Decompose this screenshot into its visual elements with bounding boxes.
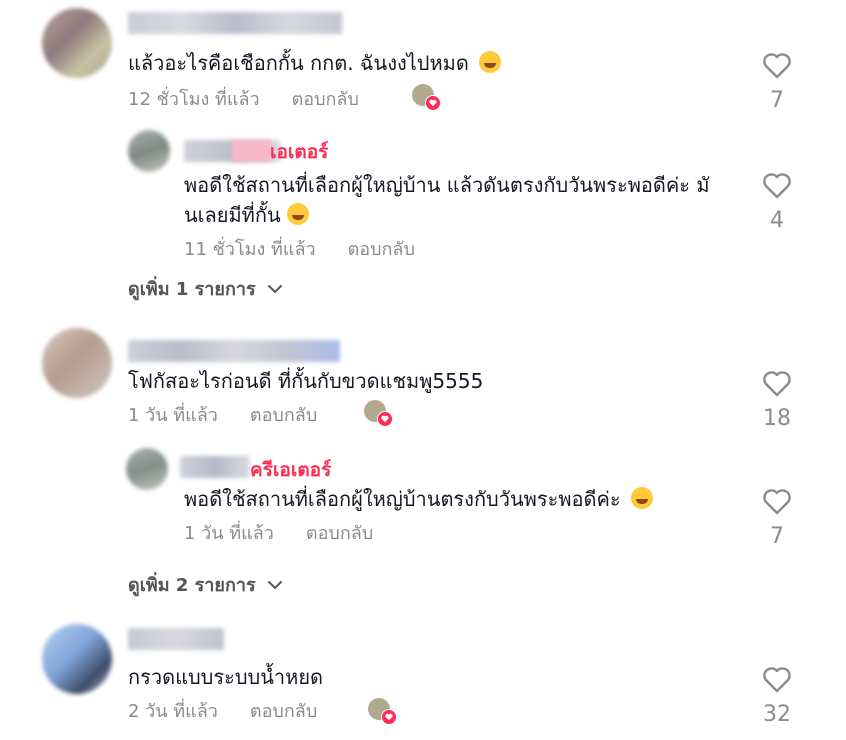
- commenter-avatar[interactable]: [42, 624, 112, 694]
- heart-outline-icon[interactable]: [762, 488, 792, 516]
- like-button[interactable]: 7: [747, 488, 807, 549]
- reply-username-blurred[interactable]: [180, 456, 250, 478]
- reply-timestamp: 1 วัน ที่แล้ว: [184, 523, 274, 544]
- reply-avatar[interactable]: [126, 448, 168, 490]
- reply-text-line1: พอดีใช้สถานที่เลือกผู้ใหญ่บ้าน แล้วดันตร…: [184, 173, 710, 197]
- like-button[interactable]: 4: [747, 172, 807, 233]
- creator-badge: เอเตอร์: [270, 141, 329, 163]
- comment-timestamp: 1 วัน ที่แล้ว: [128, 405, 218, 426]
- creator-badge: ครีเอเตอร์: [250, 459, 332, 481]
- like-count: 18: [763, 406, 791, 431]
- reply-meta: 11 ชั่วโมง ที่แล้ว ตอบกลับ: [184, 234, 415, 263]
- view-more-replies[interactable]: ดูเพิ่ม 2 รายการ: [128, 570, 284, 599]
- heart-outline-icon[interactable]: [762, 370, 792, 398]
- like-button[interactable]: 18: [747, 370, 807, 431]
- comment-meta: 2 วัน ที่แล้ว ตอบกลับ: [128, 696, 317, 725]
- heart-outline-icon[interactable]: [762, 172, 792, 200]
- creator-liked-avatar: [412, 84, 441, 111]
- reply-timestamp: 11 ชั่วโมง ที่แล้ว: [184, 239, 316, 260]
- comment-meta: 12 ชั่วโมง ที่แล้ว ตอบกลับ: [128, 84, 359, 113]
- reply-button[interactable]: ตอบกลับ: [348, 234, 415, 263]
- reply-text-line2-value: นเลยมีที่กั้น: [184, 203, 281, 227]
- reply-text-value: พอดีใช้สถานที่เลือกผู้ใหญ่บ้านตรงกับวันพ…: [184, 487, 621, 511]
- view-more-label: ดูเพิ่ม 2 รายการ: [128, 575, 256, 596]
- commenter-avatar[interactable]: [42, 328, 112, 398]
- like-count: 7: [770, 524, 784, 549]
- reply-avatar[interactable]: [128, 130, 170, 172]
- commenter-username[interactable]: [128, 12, 342, 34]
- reply-meta: 1 วัน ที่แล้ว ตอบกลับ: [184, 518, 373, 547]
- reply-text-line2: นเลยมีที่กั้น: [184, 200, 309, 230]
- laughing-emoji-icon: [479, 51, 502, 73]
- like-count: 7: [770, 88, 784, 113]
- heart-outline-icon[interactable]: [762, 666, 792, 694]
- heart-badge-icon: [377, 411, 393, 427]
- comment-timestamp: 12 ชั่วโมง ที่แล้ว: [128, 89, 260, 110]
- creator-liked-avatar: [368, 698, 397, 725]
- comment-text: กรวดแบบระบบน้ำหยด: [128, 665, 324, 689]
- commenter-username[interactable]: [128, 628, 224, 650]
- chevron-down-icon: [267, 580, 282, 589]
- heart-badge-icon: [381, 709, 397, 725]
- comment-meta: 1 วัน ที่แล้ว ตอบกลับ: [128, 400, 317, 429]
- view-more-replies[interactable]: ดูเพิ่ม 1 รายการ: [128, 274, 284, 303]
- reply-button[interactable]: ตอบกลับ: [292, 84, 359, 113]
- sweat-smile-emoji-icon: [287, 203, 309, 225]
- like-count: 32: [763, 702, 791, 727]
- heart-badge-icon: [425, 95, 441, 111]
- reply-button[interactable]: ตอบกลับ: [250, 400, 317, 429]
- reply-button[interactable]: ตอบกลับ: [250, 696, 317, 725]
- reply-button[interactable]: ตอบกลับ: [306, 518, 373, 547]
- like-button[interactable]: 32: [747, 666, 807, 727]
- creator-liked-avatar: [364, 400, 393, 427]
- creator-label-blurred: [232, 140, 272, 162]
- comment-timestamp: 2 วัน ที่แล้ว: [128, 701, 218, 722]
- view-more-label: ดูเพิ่ม 1 รายการ: [128, 279, 256, 300]
- like-count: 4: [770, 208, 784, 233]
- chevron-down-icon: [267, 284, 282, 293]
- comment-text-value: แล้วอะไรคือเชือกกั้น กกต. ฉันงงไปหมด: [128, 51, 469, 75]
- heart-outline-icon[interactable]: [762, 52, 792, 80]
- comment-text: โฟกัสอะไรก่อนดี ที่กั้นกับขวดแชมพู5555: [128, 369, 484, 393]
- reply-text-line1: พอดีใช้สถานที่เลือกผู้ใหญ่บ้านตรงกับวันพ…: [184, 484, 653, 514]
- sweat-smile-emoji-icon: [630, 487, 653, 509]
- commenter-avatar[interactable]: [42, 8, 112, 78]
- like-button[interactable]: 7: [747, 52, 807, 113]
- commenter-username[interactable]: [128, 340, 340, 362]
- comment-text: แล้วอะไรคือเชือกกั้น กกต. ฉันงงไปหมด: [128, 48, 502, 78]
